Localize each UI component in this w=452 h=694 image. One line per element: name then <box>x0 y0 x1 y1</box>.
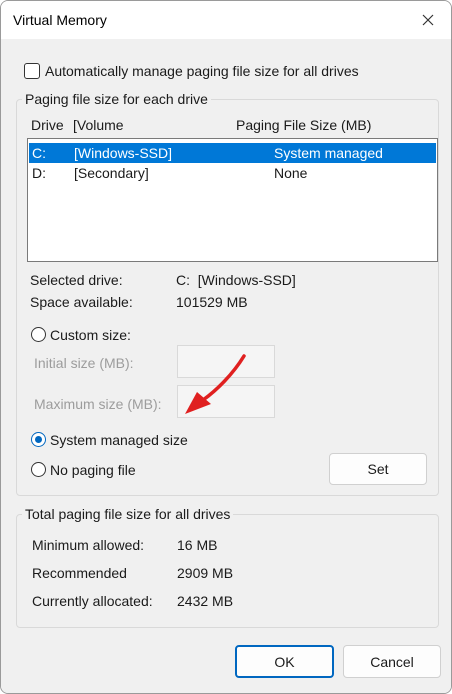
column-header-volume: [Volume <box>73 117 124 133</box>
space-available-value: 101529 MB <box>176 294 248 310</box>
drive-paging-size: None <box>274 165 308 181</box>
no-paging-file-label[interactable]: No paging file <box>50 462 136 478</box>
drive-volume: [Secondary] <box>74 165 149 181</box>
total-group-title: Total paging file size for all drives <box>22 506 234 522</box>
recommended-value: 2909 MB <box>177 565 234 581</box>
minimum-allowed-label: Minimum allowed: <box>32 537 145 553</box>
custom-size-radio[interactable] <box>31 327 46 342</box>
system-managed-radio[interactable] <box>31 432 46 447</box>
drive-row-c[interactable]: C: [Windows-SSD] System managed <box>29 143 436 163</box>
custom-size-label[interactable]: Custom size: <box>50 327 131 343</box>
close-icon <box>422 14 434 26</box>
drive-list[interactable]: C: [Windows-SSD] System managed D: [Seco… <box>27 138 438 262</box>
close-button[interactable] <box>405 1 451 39</box>
auto-manage-checkbox[interactable] <box>24 63 40 79</box>
auto-manage-label[interactable]: Automatically manage paging file size fo… <box>45 63 359 79</box>
selected-drive-label: Selected drive: <box>30 272 123 288</box>
ok-button[interactable]: OK <box>235 645 334 678</box>
drive-row-d[interactable]: D: [Secondary] None <box>29 163 436 183</box>
column-header-drive: Drive <box>31 117 64 133</box>
minimum-allowed-value: 16 MB <box>177 537 218 553</box>
column-header-size: Paging File Size (MB) <box>236 117 372 133</box>
currently-allocated-label: Currently allocated: <box>32 593 153 609</box>
set-button[interactable]: Set <box>329 453 427 485</box>
drive-paging-size: System managed <box>274 145 383 161</box>
window-title: Virtual Memory <box>13 12 107 28</box>
drive-letter: D: <box>32 165 46 181</box>
maximum-size-label: Maximum size (MB): <box>34 396 162 412</box>
red-arrow-annotation <box>185 354 246 414</box>
selected-drive-value: C: [Windows-SSD] <box>176 272 296 288</box>
system-managed-label[interactable]: System managed size <box>50 432 188 448</box>
no-paging-file-radio[interactable] <box>31 462 46 477</box>
currently-allocated-value: 2432 MB <box>177 593 234 609</box>
title-bar[interactable]: Virtual Memory <box>1 1 451 39</box>
drive-letter: C: <box>32 145 46 161</box>
initial-size-label: Initial size (MB): <box>34 355 134 371</box>
cancel-button[interactable]: Cancel <box>343 645 441 678</box>
recommended-label: Recommended <box>32 565 127 581</box>
drive-volume: [Windows-SSD] <box>74 145 173 161</box>
paging-group-title: Paging file size for each drive <box>22 91 211 107</box>
space-available-label: Space available: <box>30 294 133 310</box>
virtual-memory-dialog: Virtual Memory Automatically manage pagi… <box>0 0 452 694</box>
